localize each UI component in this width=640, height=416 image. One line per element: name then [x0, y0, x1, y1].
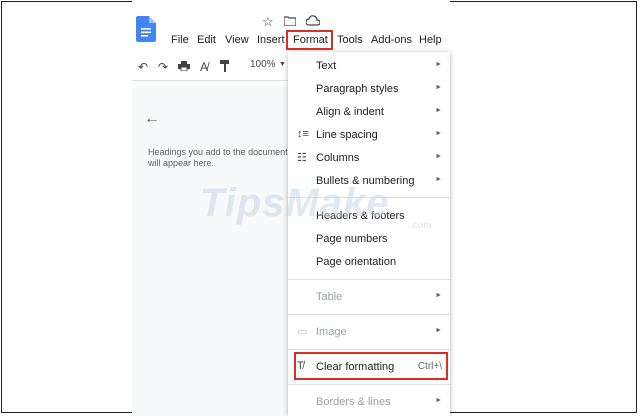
- watermark-suffix: .com: [410, 220, 432, 231]
- watermark-logo: TipsMake: [200, 181, 390, 225]
- outline-panel: [132, 86, 292, 416]
- submenu-arrow-icon: ►: [435, 61, 442, 68]
- submenu-arrow-icon: ►: [435, 153, 442, 160]
- format-highlight-box: [286, 30, 333, 50]
- menu-item-table[interactable]: Table ►: [288, 287, 450, 309]
- image-icon: ▭: [297, 326, 308, 338]
- menu-addons[interactable]: Add-ons: [371, 34, 412, 46]
- line-spacing-icon: ↕≡: [297, 128, 309, 140]
- menu-view[interactable]: View: [225, 34, 249, 46]
- cloud-status-icon[interactable]: [306, 15, 320, 26]
- menu-item-label: Page numbers: [316, 233, 388, 245]
- menu-item-page-numbers[interactable]: Page numbers: [288, 229, 450, 251]
- back-arrow-icon[interactable]: ←: [144, 110, 160, 128]
- menu-insert[interactable]: Insert: [257, 34, 285, 46]
- star-icon[interactable]: ☆: [262, 14, 274, 30]
- submenu-arrow-icon: ►: [435, 107, 442, 114]
- menu-item-paragraph-styles[interactable]: Paragraph styles ►: [288, 79, 450, 101]
- menu-item-label: Image: [316, 326, 347, 338]
- submenu-arrow-icon: ►: [435, 130, 442, 137]
- menu-item-label: Table: [316, 291, 343, 303]
- menu-item-image[interactable]: ▭ Image ►: [288, 322, 450, 344]
- columns-icon: ☷: [297, 152, 307, 164]
- menu-separator: [288, 384, 450, 385]
- menu-item-align-indent[interactable]: Align & indent ►: [288, 102, 450, 124]
- menu-item-label: Borders & lines: [316, 396, 391, 408]
- menu-item-page-orientation[interactable]: Page orientation: [288, 252, 450, 274]
- submenu-arrow-icon: ►: [435, 292, 442, 299]
- undo-icon[interactable]: ↶: [138, 60, 148, 74]
- menu-item-columns[interactable]: ☷ Columns ►: [288, 148, 450, 170]
- clear-formatting-highlight-box: [294, 352, 448, 380]
- menu-item-label: Line spacing: [316, 129, 378, 141]
- menu-help[interactable]: Help: [419, 34, 442, 46]
- docs-logo-icon[interactable]: [136, 16, 156, 42]
- zoom-select[interactable]: 100%: [250, 59, 276, 70]
- menu-file[interactable]: File: [171, 34, 189, 46]
- menu-edit[interactable]: Edit: [197, 34, 216, 46]
- menu-separator: [288, 349, 450, 350]
- menu-tools[interactable]: Tools: [337, 34, 363, 46]
- outline-placeholder: Headings you add to the document will ap…: [148, 147, 288, 168]
- menu-item-label: Page orientation: [316, 256, 397, 268]
- submenu-arrow-icon: ►: [435, 397, 442, 404]
- paint-format-icon[interactable]: [220, 60, 230, 72]
- menu-item-text[interactable]: Text ►: [288, 56, 450, 78]
- menu-separator: [288, 279, 450, 280]
- menu-item-label: Align & indent: [316, 106, 384, 118]
- spellcheck-icon[interactable]: A̸: [200, 60, 208, 74]
- submenu-arrow-icon: ►: [435, 84, 442, 91]
- submenu-arrow-icon: ►: [435, 327, 442, 334]
- move-folder-icon[interactable]: [284, 16, 296, 26]
- menu-item-label: Columns: [316, 152, 360, 164]
- menu-item-borders-lines[interactable]: Borders & lines ►: [288, 392, 450, 414]
- zoom-dropdown-icon[interactable]: ▼: [279, 61, 286, 68]
- menu-item-line-spacing[interactable]: ↕≡ Line spacing ►: [288, 125, 450, 147]
- menu-separator: [288, 314, 450, 315]
- menu-item-label: Text: [316, 60, 337, 72]
- submenu-arrow-icon: ►: [435, 176, 442, 183]
- menu-item-label: Paragraph styles: [316, 83, 399, 95]
- print-icon[interactable]: [178, 61, 190, 71]
- redo-icon[interactable]: ↷: [158, 60, 168, 74]
